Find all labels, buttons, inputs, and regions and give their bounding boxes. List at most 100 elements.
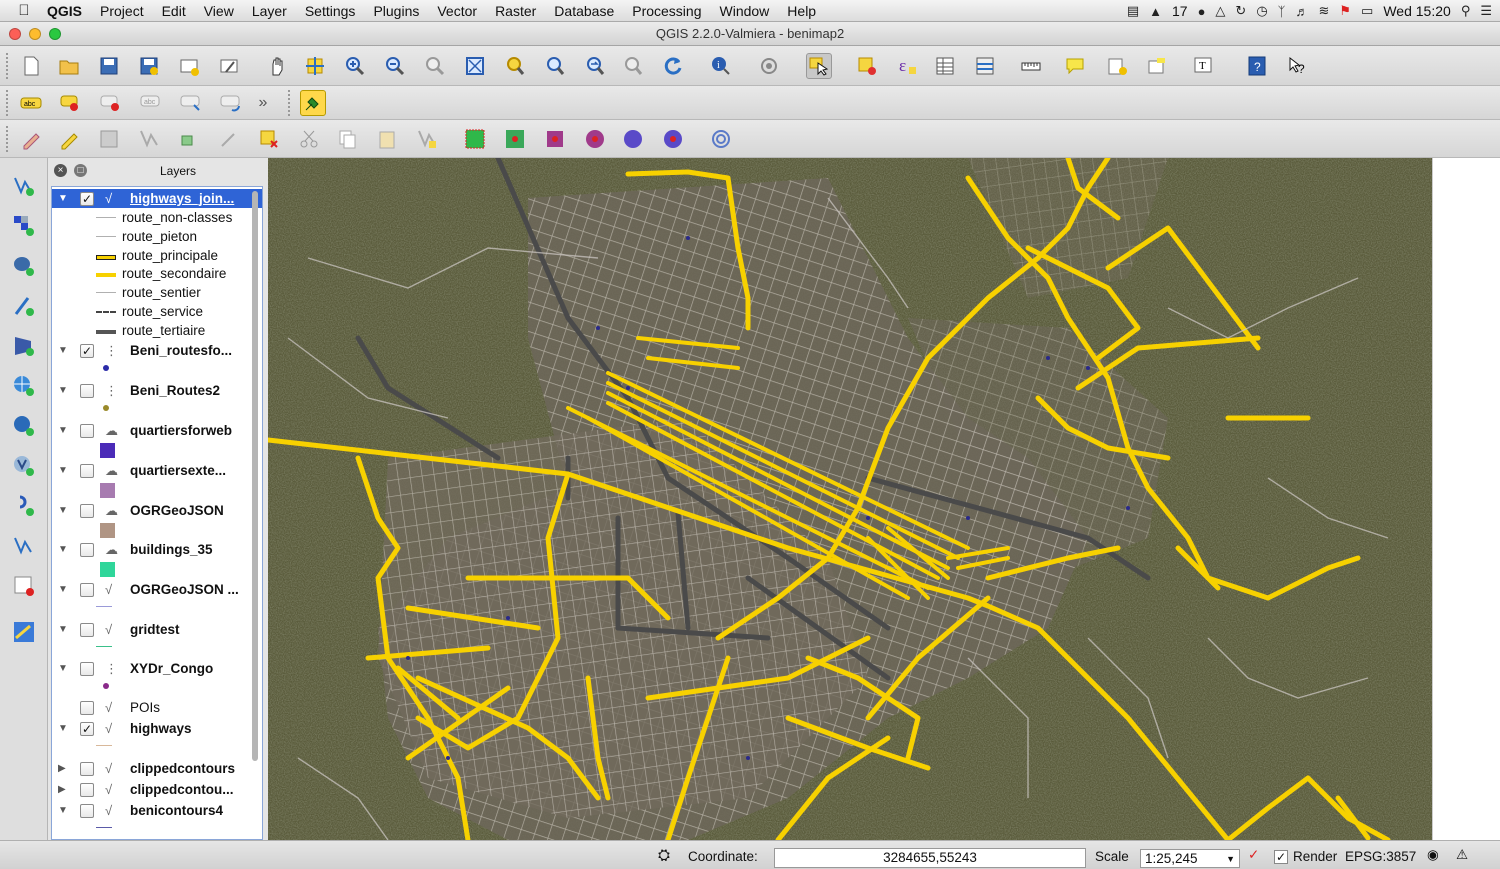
menu-raster[interactable]: Raster <box>486 3 545 19</box>
layer-row[interactable]: ▼ ✓ √ highways <box>52 719 262 738</box>
layer-row[interactable]: ▼ ✓ ⋮ Beni_routesfo... <box>52 341 262 360</box>
menu-help[interactable]: Help <box>778 3 825 19</box>
label-pin-icon[interactable] <box>58 90 84 116</box>
coordinate-input[interactable]: 3284655,55243 <box>774 848 1086 868</box>
legend-class-row[interactable]: route_secondaire <box>52 265 262 284</box>
layer-visibility-checkbox[interactable]: ✓ <box>80 191 94 206</box>
composer-manager-icon[interactable] <box>216 53 242 79</box>
layer-row[interactable]: ▼ √ OGRGeoJSON ... <box>52 580 262 599</box>
new-bookmark-icon[interactable] <box>1104 53 1130 79</box>
layer-row[interactable]: ▼ √ benicontours4 <box>52 801 262 820</box>
run-feature-action-icon[interactable] <box>756 53 782 79</box>
label-show-hide-icon[interactable]: abc <box>138 90 164 116</box>
deselect-features-icon[interactable] <box>854 53 880 79</box>
layer-visibility-checkbox[interactable] <box>80 463 94 478</box>
layer-visibility-checkbox[interactable] <box>80 782 94 797</box>
zoom-window-button[interactable] <box>49 28 61 40</box>
layer-visibility-checkbox[interactable] <box>80 542 94 557</box>
layer-visibility-checkbox[interactable] <box>80 803 94 818</box>
pan-to-selection-icon[interactable] <box>302 53 328 79</box>
zoom-full-icon[interactable] <box>462 53 488 79</box>
message-warning-icon[interactable]: ⚠ <box>1456 847 1468 863</box>
save-project-icon[interactable] <box>96 53 122 79</box>
add-postgis-layer-icon[interactable] <box>10 252 38 280</box>
layer-row[interactable]: ▶ √ clippedcontours <box>52 759 262 778</box>
layer-visibility-checkbox[interactable] <box>80 761 94 776</box>
map-render[interactable] <box>268 158 1432 840</box>
expand-arrow-icon[interactable]: ▼ <box>58 805 68 816</box>
menu-processing[interactable]: Processing <box>623 3 710 19</box>
expand-arrow-icon[interactable]: ▼ <box>58 544 68 555</box>
save-layer-edits-icon[interactable] <box>96 126 122 152</box>
flag-icon[interactable]: ⚑ <box>1339 3 1351 19</box>
new-print-composer-icon[interactable] <box>176 53 202 79</box>
legend-class-row[interactable]: route_tertiaire <box>52 322 262 341</box>
cut-features-icon[interactable] <box>296 126 322 152</box>
crs-status[interactable]: EPSG:3857 <box>1345 849 1416 864</box>
layer-visibility-checkbox[interactable] <box>80 622 94 637</box>
expand-arrow-icon[interactable]: ▼ <box>58 624 68 635</box>
offset-curve-icon[interactable] <box>708 126 734 152</box>
notification-list-icon[interactable]: ☰ <box>1480 3 1492 19</box>
add-delimited-text-icon[interactable] <box>10 492 38 520</box>
layer-visibility-checkbox[interactable] <box>80 383 94 398</box>
layer-visibility-checkbox[interactable] <box>80 423 94 438</box>
expand-arrow-icon[interactable]: ▼ <box>58 723 68 734</box>
select-by-expression-icon[interactable]: ε <box>894 53 920 79</box>
layer-visibility-checkbox[interactable] <box>80 661 94 676</box>
legend-class-row[interactable]: route_service <box>52 303 262 322</box>
select-features-icon[interactable] <box>806 53 832 79</box>
bluetooth-icon[interactable]: ᛉ <box>1278 4 1286 19</box>
labeling-icon[interactable]: abc <box>18 90 44 116</box>
expand-arrow-icon[interactable]: ▼ <box>58 193 68 204</box>
layer-row[interactable]: √ POIs <box>52 698 262 717</box>
layer-visibility-checkbox[interactable]: ✓ <box>80 721 94 736</box>
field-calculator-icon[interactable] <box>972 53 998 79</box>
zoom-out-icon[interactable] <box>382 53 408 79</box>
zoom-to-selection-icon[interactable] <box>502 53 528 79</box>
new-project-icon[interactable] <box>18 53 44 79</box>
layer-visibility-checkbox[interactable]: ✓ <box>80 343 94 358</box>
layer-row[interactable]: ▶ √ clippedcontou... <box>52 780 262 799</box>
add-wcs-layer-icon[interactable] <box>10 412 38 440</box>
projection-globe-icon[interactable]: ◉ <box>1427 847 1439 863</box>
toolbar-grip[interactable] <box>6 126 12 152</box>
layer-row[interactable]: ▼ ☁ OGRGeoJSON <box>52 501 262 520</box>
layer-row[interactable]: ▼ ☁ quartiersexte... <box>52 461 262 480</box>
minimize-window-button[interactable] <box>29 28 41 40</box>
chevron-right-icon[interactable]: ▶ <box>58 784 66 795</box>
paste-features-icon[interactable] <box>374 126 400 152</box>
refresh-icon[interactable] <box>660 53 686 79</box>
show-bookmarks-icon[interactable] <box>1144 53 1170 79</box>
help-contents-icon[interactable]: ? <box>1244 53 1270 79</box>
menu-database[interactable]: Database <box>545 3 623 19</box>
delete-part-icon[interactable] <box>620 126 646 152</box>
evernote-icon[interactable]: ● <box>1198 4 1206 19</box>
add-part-icon[interactable] <box>542 126 568 152</box>
wifi-icon[interactable]: ≋ <box>1318 3 1329 19</box>
simplify-feature-icon[interactable] <box>414 126 440 152</box>
add-wfs-layer-icon[interactable] <box>10 452 38 480</box>
layer-row[interactable]: ▼ ⋮ Beni_Routes2 <box>52 381 262 400</box>
chevron-right-icon[interactable]: ▶ <box>58 763 66 774</box>
legend-class-row[interactable]: route_pieton <box>52 228 262 247</box>
current-edits-icon[interactable] <box>18 126 44 152</box>
toolbar-overflow-icon[interactable]: » <box>250 90 276 116</box>
calendar-icon[interactable]: ▤ <box>1127 3 1139 19</box>
legend-class-row[interactable]: route_principale <box>52 247 262 266</box>
time-machine-icon[interactable]: ◷ <box>1256 3 1267 19</box>
expand-arrow-icon[interactable]: ▼ <box>58 385 68 396</box>
add-feature-icon[interactable] <box>136 126 162 152</box>
delete-ring-icon[interactable] <box>582 126 608 152</box>
apple-menu-icon[interactable]:  <box>10 2 38 19</box>
layer-visibility-checkbox[interactable] <box>80 503 94 518</box>
menu-project[interactable]: Project <box>91 3 153 19</box>
whats-this-icon[interactable]: ? <box>1284 53 1310 79</box>
zoom-actual-size-icon[interactable] <box>422 53 448 79</box>
legend-class-row[interactable]: route_non-classes <box>52 209 262 228</box>
layer-row[interactable]: ▼ ⋮ XYDr_Congo <box>52 659 262 678</box>
save-as-icon[interactable] <box>136 53 162 79</box>
expand-arrow-icon[interactable]: ▼ <box>58 584 68 595</box>
toolbar-grip[interactable] <box>288 90 294 116</box>
label-rotate-icon[interactable] <box>218 90 244 116</box>
